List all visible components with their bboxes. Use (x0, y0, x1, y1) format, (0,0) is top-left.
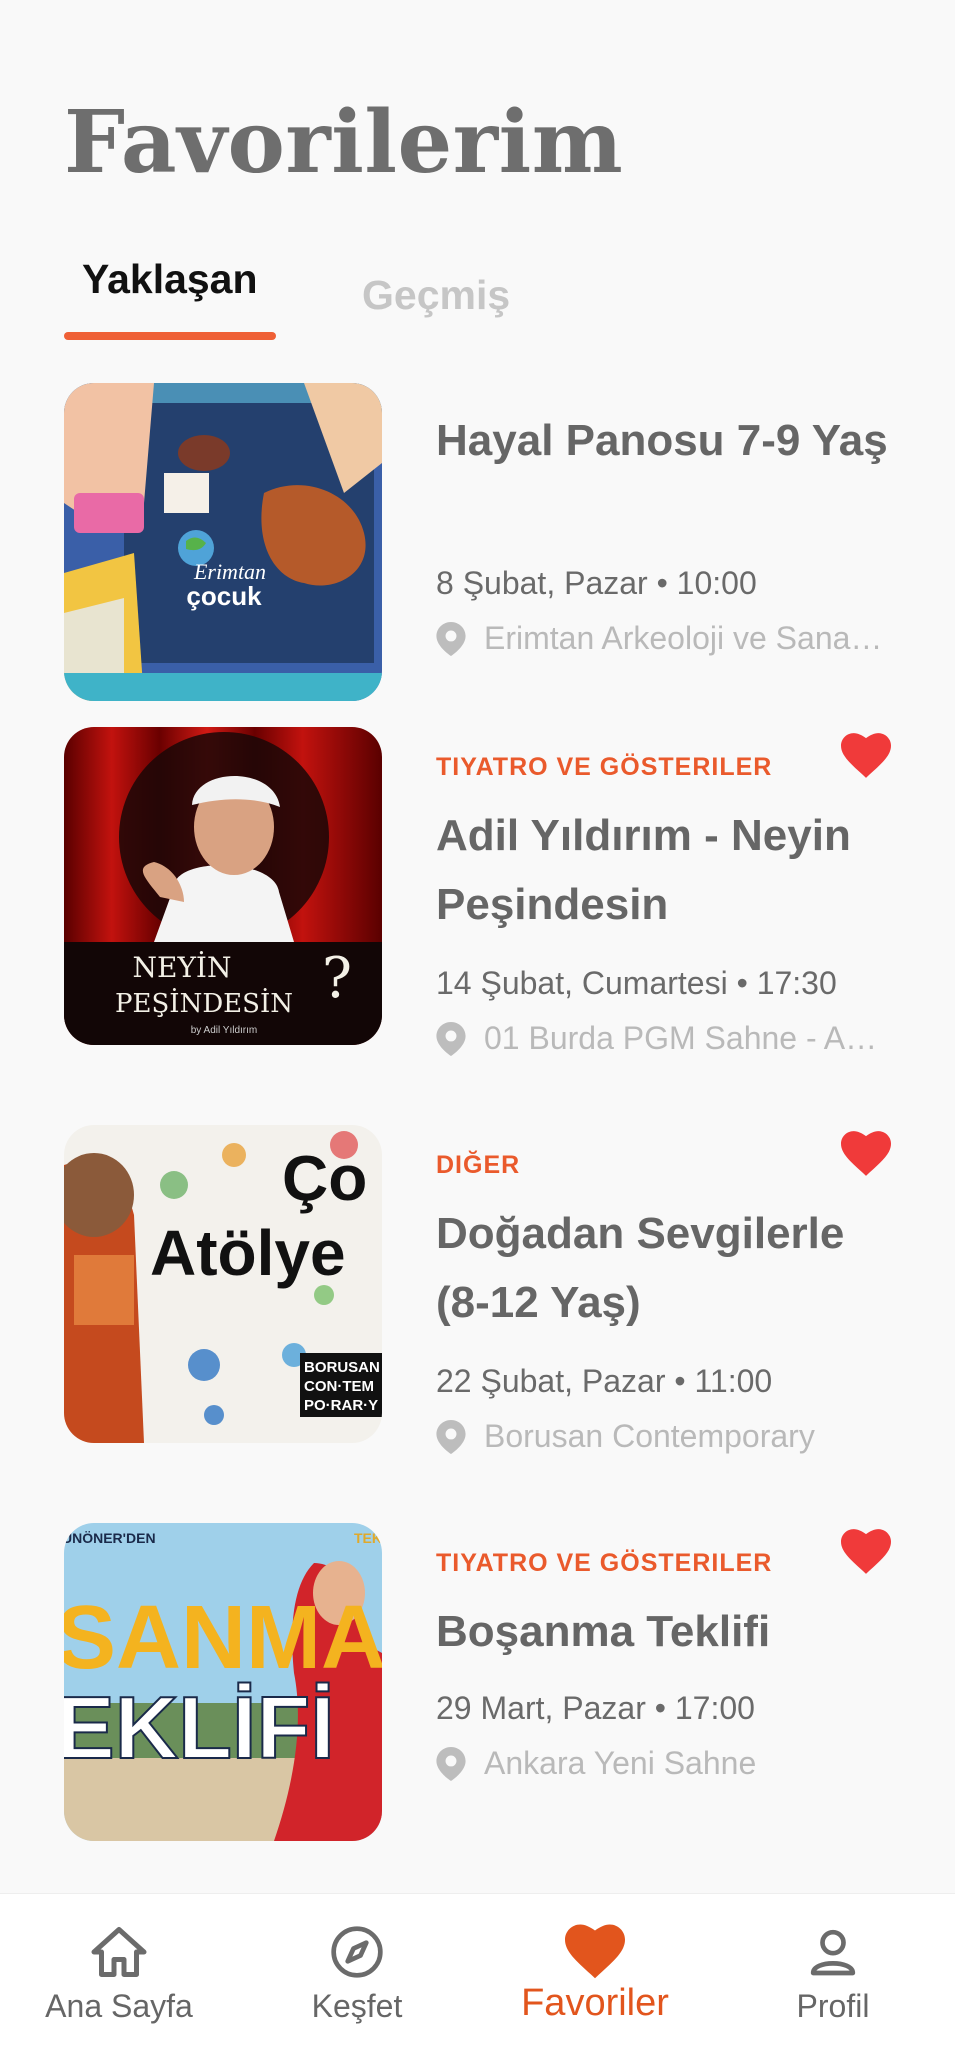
image-caption: by Adil Yıldırım (191, 1025, 258, 1036)
heart-icon (565, 1924, 625, 1979)
image-caption: TEK (354, 1530, 382, 1546)
image-caption: çocuk (186, 581, 262, 611)
event-image: UNÖNER'DEN TEK SANMA EKLİFİ (64, 1523, 382, 1841)
active-tab-indicator (64, 332, 276, 340)
image-caption: Ço (282, 1142, 367, 1214)
event-date: 22 Şubat, Pazar • 11:00 (436, 1363, 773, 1399)
nav-label: Ana Sayfa (45, 1988, 193, 2024)
event-date: 29 Mart, Pazar • 17:00 (436, 1690, 755, 1726)
heart-icon[interactable] (841, 733, 891, 779)
location-pin-icon (436, 1419, 466, 1454)
event-location: 01 Burda PGM Sahne - Adana (436, 1020, 889, 1057)
nav-label: Keşfet (311, 1988, 403, 2024)
event-location: Erimtan Arkeoloji ve Sanat Müzesi (436, 620, 889, 657)
event-image: Ço Atölye BORUSAN CON·TEM PO·RAR·Y (64, 1125, 382, 1443)
event-location-text: Borusan Contemporary (484, 1418, 815, 1454)
event-image: NEYİN PEŞİNDESİN ? by Adil Yıldırım (64, 727, 382, 1045)
event-location-text: Ankara Yeni Sahne (484, 1745, 757, 1781)
event-location-text: Erimtan Arkeoloji ve Sanat Müzesi (484, 620, 889, 656)
event-category: DIĞER (436, 1151, 521, 1179)
nav-item-home[interactable]: Ana Sayfa (0, 1894, 238, 2048)
event-location: Borusan Contemporary (436, 1418, 815, 1455)
event-title: Adil Yıldırım - Neyin Peşindesin (436, 811, 851, 929)
event-title: Boşanma Teklifi (436, 1607, 771, 1656)
event-location: Ankara Yeni Sahne (436, 1745, 756, 1782)
favorites-screen: Favorilerim Yaklaşan Geçmiş Erimtan çocu… (0, 0, 955, 2048)
nav-item-profile[interactable]: Profil (714, 1894, 952, 2048)
event-date: 8 Şubat, Pazar • 10:00 (436, 565, 757, 601)
location-pin-icon (436, 621, 466, 656)
tab-past[interactable]: Geçmiş (362, 272, 510, 319)
image-caption: SANMA (64, 1588, 382, 1688)
nav-label: Favoriler (521, 1982, 669, 2024)
event-title: Hayal Panosu 7-9 Yaş (436, 416, 888, 465)
bottom-navigation: Ana Sayfa Keşfet Favoriler Profil (0, 1894, 955, 2048)
event-date: 14 Şubat, Cumartesi • 17:30 (436, 965, 837, 1001)
tab-upcoming[interactable]: Yaklaşan (82, 256, 258, 303)
image-caption: EKLİFİ (64, 1678, 335, 1777)
image-caption: UNÖNER'DEN (64, 1530, 156, 1546)
event-category: TIYATRO VE GÖSTERILER (436, 753, 773, 781)
nav-label: Profil (796, 1988, 870, 2024)
image-caption: PEŞİNDESİN (115, 988, 293, 1019)
event-card[interactable]: UNÖNER'DEN TEK SANMA EKLİFİ TIYATRO VE G… (64, 1523, 891, 1843)
svg-text:?: ? (322, 946, 352, 1011)
event-card[interactable]: Erimtan çocuk Hayal Panosu 7-9 Yaş 8 Şub… (64, 383, 891, 703)
event-category: TIYATRO VE GÖSTERILER (436, 1549, 773, 1577)
heart-icon[interactable] (841, 1529, 891, 1575)
event-location-text: 01 Burda PGM Sahne - Adana (484, 1020, 889, 1056)
tab-bar: Yaklaşan Geçmiş (64, 248, 891, 340)
nav-item-favorites[interactable]: Favoriler (476, 1894, 714, 2048)
compass-icon (331, 1926, 383, 1978)
event-image: Erimtan çocuk (64, 383, 382, 701)
event-card[interactable]: Ço Atölye BORUSAN CON·TEM PO·RAR·Y DIĞER… (64, 1125, 891, 1454)
nav-item-explore[interactable]: Keşfet (238, 1894, 476, 2048)
location-pin-icon (436, 1746, 466, 1781)
image-caption: PO·RAR·Y (304, 1397, 378, 1414)
image-caption: Atölye (150, 1217, 346, 1289)
home-icon (91, 1927, 147, 1977)
page-title: Favorilerim (64, 92, 624, 193)
image-caption: CON·TEM (304, 1378, 374, 1395)
heart-icon[interactable] (841, 1131, 891, 1177)
image-caption: BORUSAN (304, 1359, 380, 1376)
event-title: Doğadan Sevgilerle (8-12 Yaş) (436, 1209, 845, 1327)
image-caption: NEYİN (133, 951, 232, 984)
location-pin-icon (436, 1021, 466, 1056)
event-card[interactable]: NEYİN PEŞİNDESİN ? by Adil Yıldırım TIYA… (64, 727, 891, 1056)
person-icon (810, 1929, 856, 1976)
